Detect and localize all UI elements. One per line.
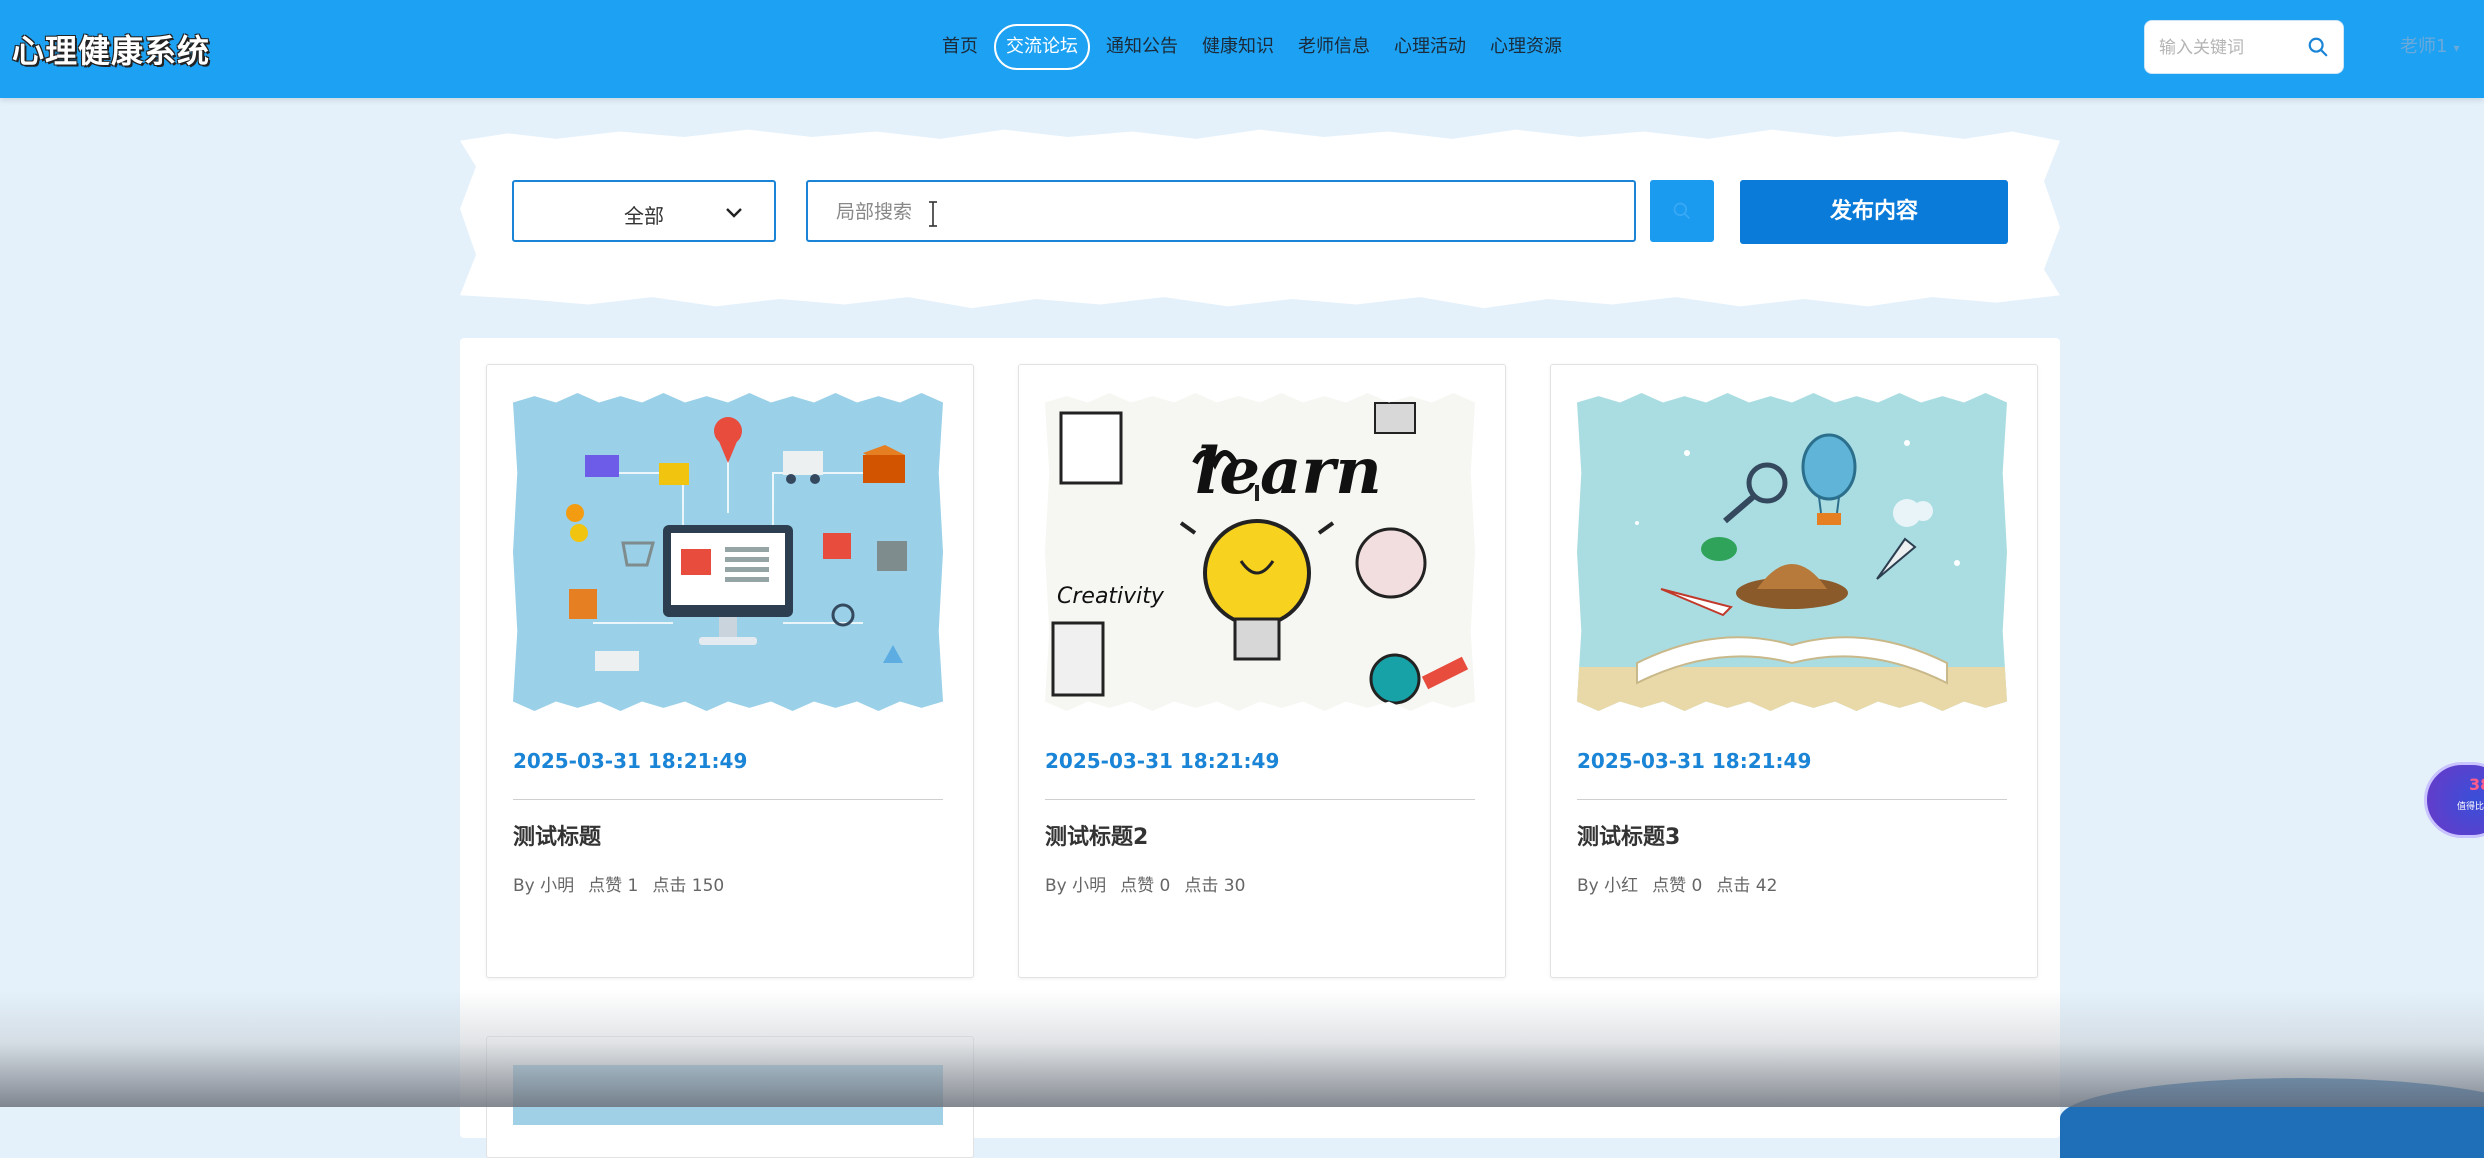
header-search-input[interactable] xyxy=(2157,33,2301,63)
chevron-down-icon: ▾ xyxy=(2453,41,2460,55)
search-icon xyxy=(1673,202,1691,220)
site-logo[interactable]: 心理健康系统 xyxy=(12,26,210,72)
chevron-down-icon xyxy=(726,208,742,218)
search-icon[interactable] xyxy=(2307,36,2329,58)
user-menu[interactable]: 老师1 ▾ xyxy=(2400,32,2459,58)
top-navigation-bar: 心理健康系统 首页 交流论坛 通知公告 健康知识 老师信息 心理活动 心理资源 … xyxy=(0,0,2484,98)
widget-caption: 值得比价 xyxy=(2457,802,2484,812)
post-likes: 点赞 0 xyxy=(1120,876,1171,896)
post-clicks: 点击 150 xyxy=(652,876,725,896)
local-search-field xyxy=(806,180,1636,242)
open-book-illustration xyxy=(1577,393,2007,711)
post-title[interactable]: 测试标题3 xyxy=(1577,819,1680,851)
nav-item-forum[interactable]: 交流论坛 xyxy=(994,24,1090,70)
floating-widget[interactable]: 38 值得比价 xyxy=(2424,762,2484,838)
post-thumbnail xyxy=(513,1065,943,1125)
post-clicks: 点击 42 xyxy=(1716,876,1778,896)
nav-item-health-knowledge[interactable]: 健康知识 xyxy=(1190,24,1286,70)
post-author: By 小明 xyxy=(513,876,575,896)
post-author: By 小红 xyxy=(1577,876,1639,896)
text-cursor-icon xyxy=(929,201,937,227)
main-nav: 首页 交流论坛 通知公告 健康知识 老师信息 心理活动 心理资源 xyxy=(930,22,1574,72)
post-card[interactable]: 2025-03-31 18:21:49 测试标题 By 小明 点赞 1 点击 150 xyxy=(486,364,974,978)
local-search-input[interactable] xyxy=(834,196,1598,228)
category-select[interactable]: 全部 xyxy=(512,180,776,242)
divider xyxy=(513,799,943,800)
post-date: 2025-03-31 18:21:49 xyxy=(1577,749,1812,773)
divider xyxy=(1577,799,2007,800)
post-likes: 点赞 0 xyxy=(1652,876,1703,896)
divider xyxy=(1045,799,1475,800)
publish-content-button[interactable]: 发布内容 xyxy=(1740,180,2008,244)
post-card[interactable]: 2025-03-31 18:21:49 测试标题3 By 小红 点赞 0 点击 42 xyxy=(1550,364,2038,978)
post-meta: By 小明 点赞 1 点击 150 xyxy=(513,871,738,896)
post-card-partial[interactable] xyxy=(486,1036,974,1158)
nav-item-teacher-info[interactable]: 老师信息 xyxy=(1286,24,1382,70)
svg-text:Creativity: Creativity xyxy=(1057,584,1165,609)
local-search-button[interactable] xyxy=(1650,180,1714,242)
user-name: 老师1 xyxy=(2400,36,2448,57)
nav-item-resources[interactable]: 心理资源 xyxy=(1478,24,1574,70)
post-date: 2025-03-31 18:21:49 xyxy=(513,749,748,773)
widget-value: 38 xyxy=(2469,775,2484,794)
svg-text:learn: learn xyxy=(1195,434,1382,509)
header-search-box xyxy=(2144,20,2344,74)
post-clicks: 点击 30 xyxy=(1184,876,1246,896)
post-meta: By 小红 点赞 0 点击 42 xyxy=(1577,871,1791,896)
post-title[interactable]: 测试标题 xyxy=(513,819,601,851)
nav-item-home[interactable]: 首页 xyxy=(930,24,990,70)
learn-lightbulb-illustration: learn Creativity xyxy=(1045,393,1475,711)
nav-item-activities[interactable]: 心理活动 xyxy=(1382,24,1478,70)
nav-item-notices[interactable]: 通知公告 xyxy=(1094,24,1190,70)
post-title[interactable]: 测试标题2 xyxy=(1045,819,1148,851)
decorative-wave xyxy=(2060,1078,2484,1158)
post-card[interactable]: learn Creativity 2025-03-31 18:21:49 测试标… xyxy=(1018,364,1506,978)
ecommerce-illustration xyxy=(513,393,943,711)
post-author: By 小明 xyxy=(1045,876,1107,896)
post-thumbnail[interactable] xyxy=(1577,393,2007,711)
post-meta: By 小明 点赞 0 点击 30 xyxy=(1045,871,1259,896)
post-thumbnail[interactable] xyxy=(513,393,943,711)
post-thumbnail[interactable]: learn Creativity xyxy=(1045,393,1475,711)
post-likes: 点赞 1 xyxy=(588,876,639,896)
post-date: 2025-03-31 18:21:49 xyxy=(1045,749,1280,773)
